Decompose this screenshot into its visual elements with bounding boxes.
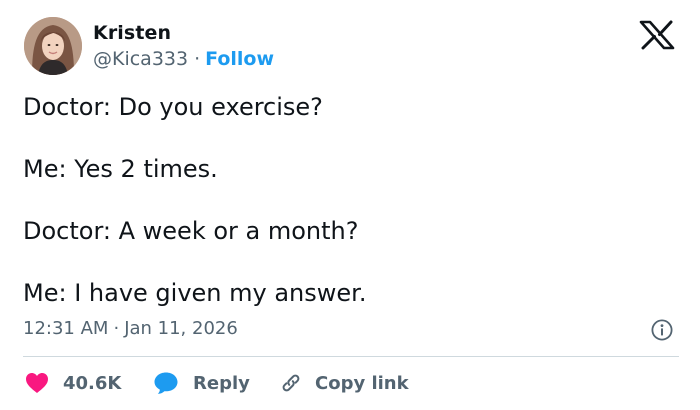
tweet-line: Doctor: A week or a month? xyxy=(23,217,359,245)
tweet-timestamp[interactable]: 12:31 AM · Jan 11, 2026 xyxy=(23,317,238,341)
tweet-line: Doctor: Do you exercise? xyxy=(23,93,323,121)
timestamp-separator: · xyxy=(113,318,120,339)
reply-button[interactable]: Reply xyxy=(153,370,250,396)
author-handle[interactable]: @Kica333 xyxy=(93,48,188,70)
like-button[interactable]: 40.6K xyxy=(25,370,121,396)
link-icon xyxy=(282,374,300,392)
copy-link-label: Copy link xyxy=(315,372,409,394)
copy-link-button[interactable]: Copy link xyxy=(279,370,409,396)
follow-link[interactable]: Follow xyxy=(205,48,274,70)
reply-label: Reply xyxy=(193,372,250,394)
avatar-photo xyxy=(24,17,82,75)
author-handle-row: @Kica333 · Follow xyxy=(93,47,274,71)
speech-bubble-icon xyxy=(154,372,178,394)
x-logo-icon[interactable] xyxy=(636,20,678,50)
author-display-name[interactable]: Kristen xyxy=(93,21,171,45)
divider xyxy=(23,356,679,357)
info-icon[interactable] xyxy=(651,319,673,341)
heart-icon xyxy=(26,373,48,393)
like-count: 40.6K xyxy=(63,372,122,394)
handle-separator: · xyxy=(194,48,201,70)
tweet-date: Jan 11, 2026 xyxy=(124,318,238,339)
tweet-line: Me: I have given my answer. xyxy=(23,279,367,307)
tweet-line: Me: Yes 2 times. xyxy=(23,155,218,183)
avatar[interactable] xyxy=(24,17,82,75)
tweet-time: 12:31 AM xyxy=(23,318,109,339)
embedded-tweet-card: Kristen @Kica333 · Follow Doctor: Do you e… xyxy=(0,0,700,410)
